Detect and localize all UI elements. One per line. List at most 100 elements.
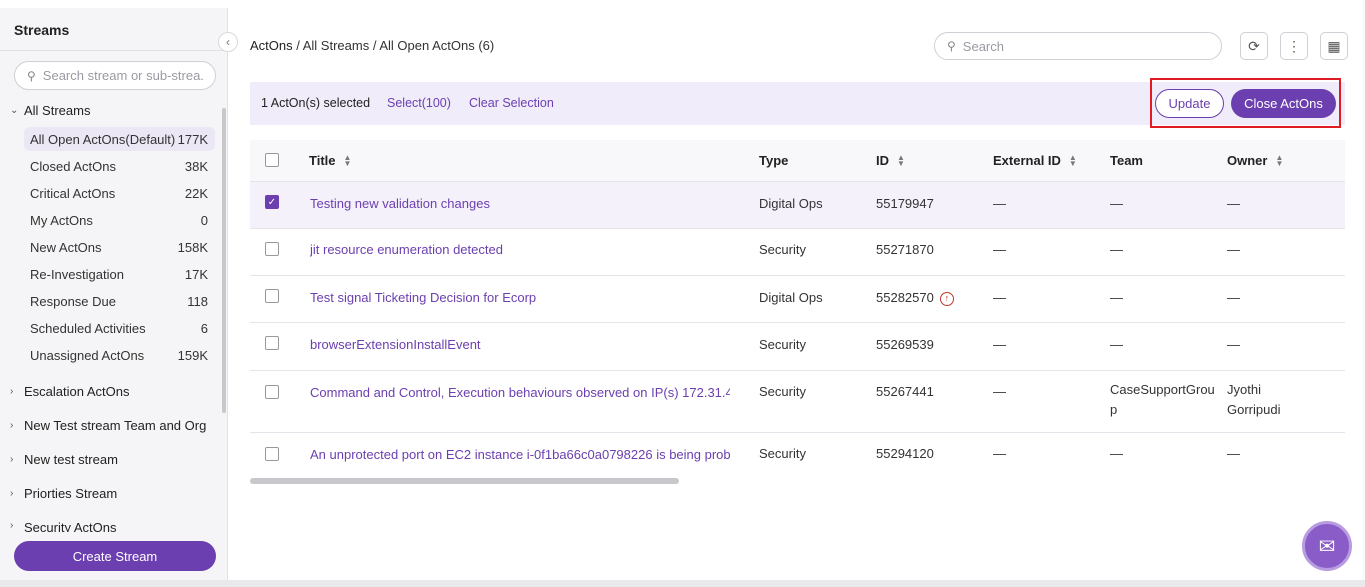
table-row[interactable]: ✓ Testing new validation changes Digital…	[250, 182, 1345, 229]
actons-search-input[interactable]	[962, 38, 1203, 54]
sidebar-group-new-test-stream-team-org[interactable]: › New Test stream Team and Org	[10, 418, 206, 433]
column-settings-button[interactable]: ▦	[1320, 32, 1348, 60]
sidebar-item-label: Critical ActOns	[30, 185, 116, 201]
row-title-link[interactable]: browserExtensionInstallEvent	[310, 337, 730, 352]
table-row[interactable]: Test signal Ticketing Decision for Ecorp…	[250, 276, 1345, 323]
sidebar-item-new-actons[interactable]: New ActOns 158K	[24, 235, 215, 259]
sidebar-item-critical-actons[interactable]: Critical ActOns 22K	[24, 181, 215, 205]
select-all-checkbox[interactable]	[265, 153, 279, 167]
row-team: —	[1110, 446, 1123, 461]
create-stream-button[interactable]: Create Stream	[14, 541, 216, 571]
refresh-icon: ⟳	[1248, 37, 1260, 54]
row-owner: —	[1227, 446, 1240, 461]
column-header-team: Team	[1110, 153, 1143, 168]
sort-icon: ▲ ▼	[343, 152, 352, 168]
breadcrumb-actons[interactable]: ActOns	[250, 38, 293, 53]
sort-icon: ▲ ▼	[1275, 152, 1284, 168]
sidebar-group-all-streams[interactable]: ⌄ All Streams	[10, 103, 90, 118]
column-header-type: Type	[759, 153, 788, 168]
column-header-owner[interactable]: Owner ▲ ▼	[1227, 153, 1283, 168]
sidebar-group-label: All Streams	[24, 103, 91, 118]
select-all-link[interactable]: Select(100)	[387, 96, 451, 110]
row-title-link[interactable]: Command and Control, Execution behaviour…	[310, 385, 730, 400]
row-title-link[interactable]: jit resource enumeration detected	[310, 242, 730, 257]
row-checkbox[interactable]	[265, 385, 279, 399]
table-row[interactable]: Command and Control, Execution behaviour…	[250, 371, 1345, 433]
sidebar-item-count: 158K	[177, 239, 208, 255]
row-checkbox[interactable]	[265, 447, 279, 461]
sidebar-group-label: Escalation ActOns	[24, 384, 130, 399]
clear-selection-link[interactable]: Clear Selection	[469, 96, 554, 110]
update-button[interactable]: Update	[1155, 89, 1224, 118]
selected-count: 1 ActOn(s) selected	[261, 96, 371, 110]
sidebar-item-all-open-actons[interactable]: All Open ActOns(Default) 177K	[24, 127, 215, 151]
row-external-id: —	[993, 290, 1006, 305]
row-id: 55267441	[876, 384, 934, 399]
sidebar-item-closed-actons[interactable]: Closed ActOns 38K	[24, 154, 215, 178]
chevron-right-icon: ›	[10, 488, 14, 499]
row-owner: —	[1227, 242, 1240, 257]
column-header-id[interactable]: ID ▲ ▼	[876, 153, 905, 168]
row-id: 55269539	[876, 337, 934, 352]
sidebar-item-count: 38K	[184, 158, 208, 174]
table-horizontal-scrollbar[interactable]	[250, 478, 679, 484]
sidebar-item-scheduled-activities[interactable]: Scheduled Activities 6	[24, 316, 215, 340]
row-title-link[interactable]: Testing new validation changes	[310, 196, 730, 211]
row-owner: —	[1227, 337, 1240, 352]
table-header: Title ▲ ▼ Type ID ▲ ▼ External ID ▲ ▼ Team …	[250, 140, 1345, 182]
kebab-menu-icon: ⋮	[1287, 37, 1301, 54]
sidebar-item-label: Scheduled Activities	[30, 320, 146, 336]
sidebar-group-label: Priorties Stream	[24, 486, 118, 501]
more-options-button[interactable]: ⋮	[1280, 32, 1308, 60]
collapse-sidebar-button[interactable]: ‹	[218, 32, 238, 52]
row-checkbox[interactable]	[265, 336, 279, 350]
sidebar-item-my-actons[interactable]: My ActOns 0	[24, 208, 215, 232]
row-title-link[interactable]: An unprotected port on EC2 instance i-0f…	[310, 447, 730, 462]
row-type: Security	[759, 337, 806, 352]
actons-table: Title ▲ ▼ Type ID ▲ ▼ External ID ▲ ▼ Team …	[250, 140, 1345, 465]
search-icon: ⚲	[947, 39, 956, 53]
row-type: Security	[759, 384, 806, 399]
chevron-down-icon: ⌄	[10, 105, 19, 116]
column-header-title[interactable]: Title ▲ ▼	[309, 153, 351, 168]
sidebar-item-count: 22K	[184, 185, 208, 201]
sidebar-group-new-test-stream[interactable]: › New test stream	[10, 452, 118, 467]
row-checkbox[interactable]	[265, 289, 279, 303]
row-id-cell: 55282570 ↑	[876, 290, 954, 306]
sidebar-item-label: All Open ActOns(Default)	[30, 131, 176, 147]
row-external-id: —	[993, 446, 1006, 461]
sidebar-group-priorties-stream[interactable]: › Priorties Stream	[10, 486, 117, 501]
sidebar-group-escalation-actons[interactable]: › Escalation ActOns	[10, 384, 130, 399]
sync-up-icon: ↑	[939, 291, 954, 306]
row-owner: Jyothi Gorripudi	[1227, 382, 1281, 417]
help-chat-button[interactable]: ✉	[1302, 521, 1352, 571]
sidebar-scrollbar[interactable]	[222, 108, 226, 413]
row-owner: —	[1227, 196, 1240, 211]
stream-search-input[interactable]	[42, 68, 203, 83]
table-row[interactable]: An unprotected port on EC2 instance i-0f…	[250, 433, 1345, 465]
sidebar-item-re-investigation[interactable]: Re-Investigation 17K	[24, 262, 215, 286]
stream-search[interactable]: ⚲	[14, 61, 216, 90]
sidebar-group-security-actons[interactable]: › Security ActOns	[10, 520, 116, 532]
column-header-external-id[interactable]: External ID ▲ ▼	[993, 153, 1077, 168]
refresh-button[interactable]: ⟳	[1240, 32, 1268, 60]
table-row[interactable]: browserExtensionInstallEvent Security 55…	[250, 323, 1345, 371]
table-row[interactable]: jit resource enumeration detected Securi…	[250, 229, 1345, 276]
row-team: —	[1110, 290, 1123, 305]
sidebar-item-label: Closed ActOns	[30, 158, 116, 174]
sidebar-item-label: Response Due	[30, 293, 116, 309]
row-checkbox[interactable]: ✓	[265, 195, 279, 209]
column-settings-icon: ▦	[1327, 37, 1341, 54]
sidebar-item-response-due[interactable]: Response Due 118	[24, 289, 215, 313]
column-header-label: Type	[759, 153, 789, 168]
sidebar-item-unassigned-actons[interactable]: Unassigned ActOns 159K	[24, 343, 215, 367]
row-title-link[interactable]: Test signal Ticketing Decision for Ecorp	[310, 290, 730, 305]
row-type: Digital Ops	[759, 196, 823, 211]
sidebar-item-count: 17K	[184, 266, 208, 282]
chevron-left-icon: ‹	[226, 35, 230, 49]
actons-search[interactable]: ⚲	[934, 32, 1222, 60]
row-checkbox[interactable]	[265, 242, 279, 256]
search-icon: ⚲	[27, 68, 36, 83]
close-actons-button[interactable]: Close ActOns	[1231, 89, 1336, 118]
breadcrumb-path: / All Streams / All Open ActOns (6)	[292, 38, 495, 53]
